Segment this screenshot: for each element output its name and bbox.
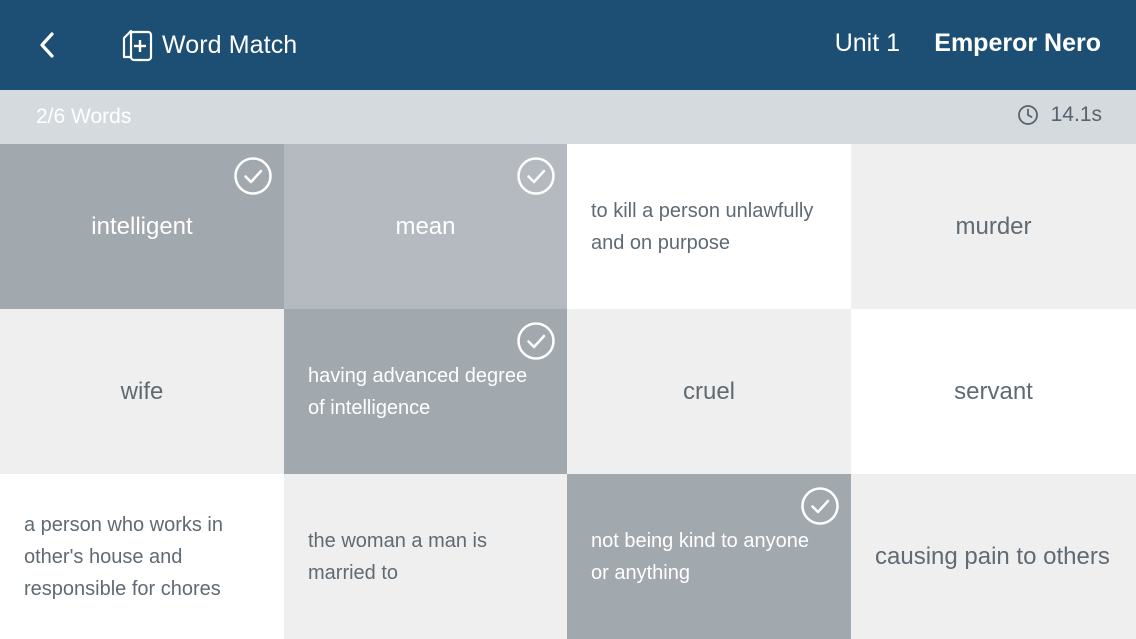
word-match-grid: intelligent mean to kill a person unlawf… (0, 144, 1136, 639)
card-text: intelligent (91, 212, 193, 240)
match-card[interactable]: the woman a man is married to (284, 474, 567, 639)
card-text: not being kind to anyone or anything (591, 529, 809, 584)
unit-label: Unit 1 (834, 29, 900, 57)
check-circle-icon (517, 157, 555, 195)
lesson-title: Emperor Nero (934, 29, 1101, 57)
clock-icon (1017, 105, 1038, 125)
match-card[interactable]: servant (851, 309, 1136, 474)
chevron-left-icon (40, 32, 54, 58)
card-text: mean (395, 212, 456, 240)
match-card[interactable]: wife (0, 309, 284, 474)
card-text: murder (955, 212, 1032, 240)
card-plus-icon (122, 29, 153, 62)
match-card[interactable]: murder (851, 144, 1136, 309)
match-card[interactable]: having advanced degree of intelligence (284, 309, 567, 474)
card-text: cruel (682, 377, 736, 405)
card-text: wife (120, 377, 164, 405)
back-button[interactable] (30, 27, 64, 63)
card-text: a person who works in other's house and … (24, 513, 223, 600)
app-title: Word Match (162, 30, 298, 59)
card-text: the woman a man is married to (308, 529, 487, 584)
status-bar: 2/6 Words 14.1s (0, 90, 1136, 144)
match-card[interactable]: not being kind to anyone or anything (567, 474, 851, 639)
card-text: servant (954, 377, 1033, 405)
match-card[interactable]: mean (284, 144, 567, 309)
progress-counter: 2/6 Words (36, 105, 132, 128)
timer-value: 14.1s (1050, 103, 1102, 126)
card-text: having advanced degree of intelligence (308, 364, 528, 419)
match-card[interactable]: cruel (567, 309, 851, 474)
app-title-group: Word Match (120, 25, 297, 65)
check-circle-icon (801, 487, 839, 525)
top-bar: Word Match Unit 1 Emperor Nero (0, 0, 1136, 90)
card-text: to kill a person unlawfully and on purpo… (591, 199, 814, 254)
timer: 14.1s (1017, 103, 1102, 127)
match-card[interactable]: intelligent (0, 144, 284, 309)
check-circle-icon (234, 157, 272, 195)
match-card[interactable]: to kill a person unlawfully and on purpo… (567, 144, 851, 309)
match-card[interactable]: a person who works in other's house and … (0, 474, 284, 639)
match-card[interactable]: causing pain to others (851, 474, 1136, 639)
card-text: causing pain to others (875, 542, 1110, 570)
check-circle-icon (517, 322, 555, 360)
